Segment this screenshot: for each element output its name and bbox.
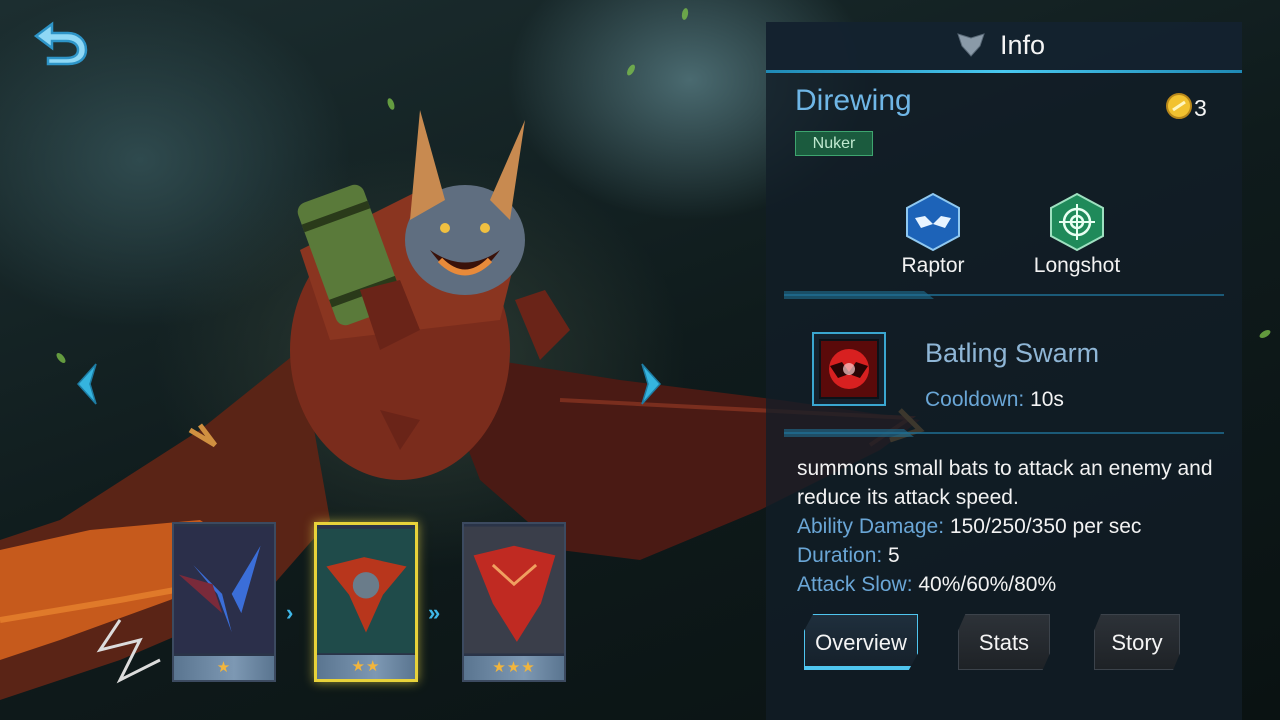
coin-count: 3 xyxy=(1194,95,1207,121)
specialty-longshot[interactable]: Longshot xyxy=(1022,192,1132,278)
skill-cooldown: Cooldown: 10s xyxy=(925,388,1064,412)
skill-stat-ability-damage: Ability Damage: 150/250/350 per sec xyxy=(797,512,1141,541)
skin-card-tier-2[interactable]: ★★ xyxy=(314,522,418,682)
skill-stat-duration: Duration: 5 xyxy=(797,541,900,570)
stat-value: 5 xyxy=(882,544,900,567)
stat-label: Attack Slow: xyxy=(797,573,913,596)
specialty-label: Longshot xyxy=(1033,254,1121,277)
skin-stars: ★★ xyxy=(317,655,415,679)
section-divider xyxy=(784,429,1224,437)
skin-stars: ★ xyxy=(174,656,274,680)
panel-title: Info xyxy=(1000,30,1046,60)
back-button[interactable] xyxy=(30,18,92,66)
specialty-raptor[interactable]: Raptor xyxy=(878,192,988,278)
skin-art-blue-bat xyxy=(174,526,274,654)
bat-icon xyxy=(906,192,960,252)
cooldown-value: 10s xyxy=(1024,388,1064,411)
header-underline xyxy=(766,70,1242,73)
stat-label: Duration: xyxy=(797,544,883,567)
wings-emblem-icon xyxy=(957,33,985,57)
next-hero-button[interactable] xyxy=(638,360,666,408)
skin-progress-arrow-icon: › xyxy=(286,600,294,625)
specialty-label: Raptor xyxy=(901,254,965,277)
skin-art-red-bat xyxy=(317,528,415,654)
skin-stars: ★★★ xyxy=(464,656,564,680)
coin-icon xyxy=(1166,93,1192,119)
skin-art-crimson-bat xyxy=(464,526,564,654)
tab-story[interactable]: Story xyxy=(1094,614,1180,670)
leaf-particle xyxy=(681,7,689,21)
leaf-particle xyxy=(625,63,637,77)
skill-name: Batling Swarm xyxy=(925,338,1100,368)
skin-progress-arrow-icon: » xyxy=(428,600,441,625)
skin-card-tier-1[interactable]: ★ xyxy=(172,522,276,682)
back-arrow-icon xyxy=(33,21,88,66)
tab-stats[interactable]: Stats xyxy=(958,614,1050,670)
stat-label: Ability Damage: xyxy=(797,515,945,538)
hero-name: Direwing xyxy=(795,84,912,117)
stat-value: 40%/60%/80% xyxy=(912,573,1057,596)
section-divider xyxy=(784,291,1224,299)
tab-overview[interactable]: Overview xyxy=(804,614,918,670)
skill-description: summons small bats to attack an enemy an… xyxy=(797,457,1213,509)
stat-value: 150/250/350 per sec xyxy=(944,515,1142,538)
crosshair-icon xyxy=(1050,192,1104,252)
prev-hero-button[interactable] xyxy=(72,360,100,408)
leaf-particle xyxy=(1258,328,1272,340)
cooldown-label: Cooldown: xyxy=(925,388,1025,411)
skin-card-tier-3[interactable]: ★★★ xyxy=(462,522,566,682)
skill-batling-swarm-icon[interactable] xyxy=(812,332,886,406)
info-panel: Info Direwing Nuker 3 Raptor Longshot Ba… xyxy=(766,22,1242,720)
panel-header: Info xyxy=(766,22,1242,72)
skill-stat-attack-slow: Attack Slow: 40%/60%/80% xyxy=(797,570,1056,599)
role-badge: Nuker xyxy=(795,131,873,156)
